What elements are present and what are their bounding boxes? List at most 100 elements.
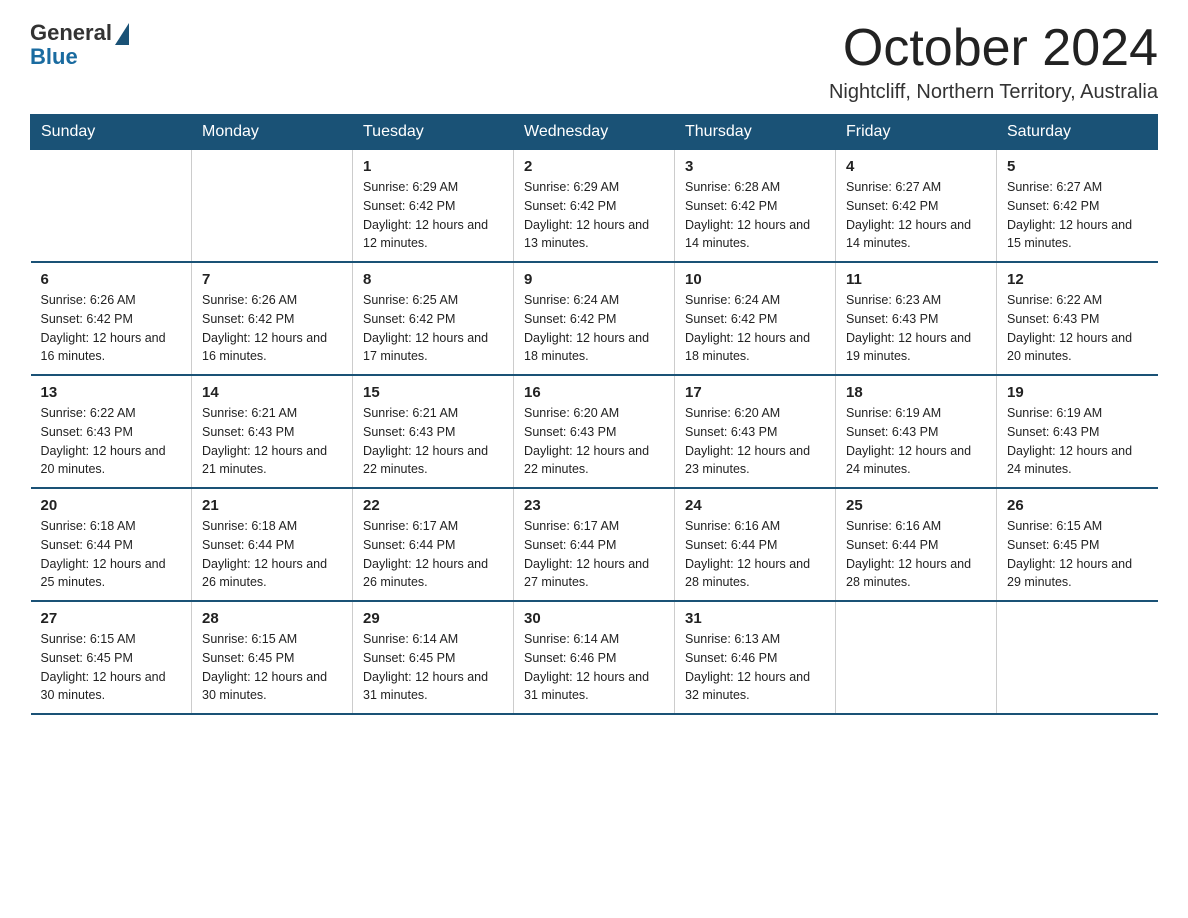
day-number: 16: [524, 384, 664, 401]
calendar-cell: 6 Sunrise: 6:26 AM Sunset: 6:42 PM Daylig…: [31, 262, 192, 375]
day-info: Sunrise: 6:14 AM Sunset: 6:45 PM Dayligh…: [363, 630, 503, 705]
day-info: Sunrise: 6:26 AM Sunset: 6:42 PM Dayligh…: [202, 291, 342, 366]
day-number: 8: [363, 271, 503, 288]
calendar-cell: 31 Sunrise: 6:13 AM Sunset: 6:46 PM Dayli…: [675, 601, 836, 714]
day-info: Sunrise: 6:29 AM Sunset: 6:42 PM Dayligh…: [363, 178, 503, 253]
calendar-header-monday: Monday: [192, 115, 353, 150]
day-number: 27: [41, 610, 182, 627]
day-info: Sunrise: 6:21 AM Sunset: 6:43 PM Dayligh…: [363, 404, 503, 479]
calendar-cell: 2 Sunrise: 6:29 AM Sunset: 6:42 PM Daylig…: [514, 150, 675, 263]
calendar-cell: 3Sunrise: 6:28 AM Sunset: 6:42 PM Daylig…: [675, 150, 836, 263]
day-info: Sunrise: 6:24 AM Sunset: 6:42 PM Dayligh…: [685, 291, 825, 366]
calendar-header-wednesday: Wednesday: [514, 115, 675, 150]
calendar-cell: 1 Sunrise: 6:29 AM Sunset: 6:42 PM Daylig…: [353, 150, 514, 263]
day-info: Sunrise: 6:26 AM Sunset: 6:42 PM Dayligh…: [41, 291, 182, 366]
day-info: Sunrise: 6:29 AM Sunset: 6:42 PM Dayligh…: [524, 178, 664, 253]
day-number: 25: [846, 497, 986, 514]
calendar-cell: 5Sunrise: 6:27 AM Sunset: 6:42 PM Daylig…: [997, 150, 1158, 263]
day-number: 23: [524, 497, 664, 514]
day-number: 31: [685, 610, 825, 627]
calendar-header-row: SundayMondayTuesdayWednesdayThursdayFrid…: [31, 115, 1158, 150]
day-number: 26: [1007, 497, 1148, 514]
page-header: General Blue October 2024 Nightcliff, No…: [30, 20, 1158, 104]
day-number: 29: [363, 610, 503, 627]
calendar-cell: 9 Sunrise: 6:24 AM Sunset: 6:42 PM Daylig…: [514, 262, 675, 375]
day-info: Sunrise: 6:19 AM Sunset: 6:43 PM Dayligh…: [1007, 404, 1148, 479]
logo-general-text: General: [30, 20, 112, 46]
day-number: 7: [202, 271, 342, 288]
day-info: Sunrise: 6:16 AM Sunset: 6:44 PM Dayligh…: [846, 517, 986, 592]
day-info: Sunrise: 6:24 AM Sunset: 6:42 PM Dayligh…: [524, 291, 664, 366]
day-number: 28: [202, 610, 342, 627]
calendar-cell: 20 Sunrise: 6:18 AM Sunset: 6:44 PM Dayli…: [31, 488, 192, 601]
day-number: 9: [524, 271, 664, 288]
day-info: Sunrise: 6:15 AM Sunset: 6:45 PM Dayligh…: [202, 630, 342, 705]
day-number: 19: [1007, 384, 1148, 401]
day-number: 5: [1007, 158, 1148, 175]
day-number: 14: [202, 384, 342, 401]
calendar-week-row: 6 Sunrise: 6:26 AM Sunset: 6:42 PM Daylig…: [31, 262, 1158, 375]
logo: General Blue: [30, 20, 129, 70]
calendar-week-row: 1 Sunrise: 6:29 AM Sunset: 6:42 PM Daylig…: [31, 150, 1158, 263]
day-info: Sunrise: 6:20 AM Sunset: 6:43 PM Dayligh…: [685, 404, 825, 479]
day-number: 18: [846, 384, 986, 401]
day-info: Sunrise: 6:22 AM Sunset: 6:43 PM Dayligh…: [1007, 291, 1148, 366]
day-number: 13: [41, 384, 182, 401]
calendar-header-friday: Friday: [836, 115, 997, 150]
day-info: Sunrise: 6:20 AM Sunset: 6:43 PM Dayligh…: [524, 404, 664, 479]
day-info: Sunrise: 6:22 AM Sunset: 6:43 PM Dayligh…: [41, 404, 182, 479]
calendar-cell: 21 Sunrise: 6:18 AM Sunset: 6:44 PM Dayli…: [192, 488, 353, 601]
day-number: 17: [685, 384, 825, 401]
day-info: Sunrise: 6:18 AM Sunset: 6:44 PM Dayligh…: [202, 517, 342, 592]
day-number: 15: [363, 384, 503, 401]
day-info: Sunrise: 6:18 AM Sunset: 6:44 PM Dayligh…: [41, 517, 182, 592]
calendar-cell: 10Sunrise: 6:24 AM Sunset: 6:42 PM Dayli…: [675, 262, 836, 375]
day-info: Sunrise: 6:15 AM Sunset: 6:45 PM Dayligh…: [41, 630, 182, 705]
day-info: Sunrise: 6:19 AM Sunset: 6:43 PM Dayligh…: [846, 404, 986, 479]
calendar-header-saturday: Saturday: [997, 115, 1158, 150]
logo-blue-text: Blue: [30, 44, 78, 70]
calendar-cell: 27 Sunrise: 6:15 AM Sunset: 6:45 PM Dayli…: [31, 601, 192, 714]
day-number: 24: [685, 497, 825, 514]
day-number: 30: [524, 610, 664, 627]
calendar-header-tuesday: Tuesday: [353, 115, 514, 150]
day-number: 22: [363, 497, 503, 514]
day-number: 21: [202, 497, 342, 514]
calendar-week-row: 20 Sunrise: 6:18 AM Sunset: 6:44 PM Dayli…: [31, 488, 1158, 601]
calendar-cell: [192, 150, 353, 263]
day-info: Sunrise: 6:17 AM Sunset: 6:44 PM Dayligh…: [524, 517, 664, 592]
calendar-cell: [836, 601, 997, 714]
calendar-table: SundayMondayTuesdayWednesdayThursdayFrid…: [30, 114, 1158, 715]
calendar-cell: 23 Sunrise: 6:17 AM Sunset: 6:44 PM Dayli…: [514, 488, 675, 601]
day-number: 6: [41, 271, 182, 288]
title-section: October 2024 Nightcliff, Northern Territ…: [829, 20, 1158, 104]
calendar-cell: 17 Sunrise: 6:20 AM Sunset: 6:43 PM Dayli…: [675, 375, 836, 488]
day-number: 2: [524, 158, 664, 175]
calendar-cell: 24Sunrise: 6:16 AM Sunset: 6:44 PM Dayli…: [675, 488, 836, 601]
calendar-cell: 28 Sunrise: 6:15 AM Sunset: 6:45 PM Dayli…: [192, 601, 353, 714]
calendar-cell: 29 Sunrise: 6:14 AM Sunset: 6:45 PM Dayli…: [353, 601, 514, 714]
calendar-cell: 18 Sunrise: 6:19 AM Sunset: 6:43 PM Dayli…: [836, 375, 997, 488]
calendar-cell: 12 Sunrise: 6:22 AM Sunset: 6:43 PM Dayli…: [997, 262, 1158, 375]
calendar-cell: 8Sunrise: 6:25 AM Sunset: 6:42 PM Daylig…: [353, 262, 514, 375]
day-number: 3: [685, 158, 825, 175]
day-number: 20: [41, 497, 182, 514]
logo-triangle-icon: [115, 23, 129, 45]
day-info: Sunrise: 6:14 AM Sunset: 6:46 PM Dayligh…: [524, 630, 664, 705]
calendar-header-thursday: Thursday: [675, 115, 836, 150]
calendar-cell: 14Sunrise: 6:21 AM Sunset: 6:43 PM Dayli…: [192, 375, 353, 488]
calendar-cell: 25 Sunrise: 6:16 AM Sunset: 6:44 PM Dayli…: [836, 488, 997, 601]
day-info: Sunrise: 6:13 AM Sunset: 6:46 PM Dayligh…: [685, 630, 825, 705]
calendar-week-row: 27 Sunrise: 6:15 AM Sunset: 6:45 PM Dayli…: [31, 601, 1158, 714]
calendar-cell: 4Sunrise: 6:27 AM Sunset: 6:42 PM Daylig…: [836, 150, 997, 263]
day-info: Sunrise: 6:27 AM Sunset: 6:42 PM Dayligh…: [846, 178, 986, 253]
location-text: Nightcliff, Northern Territory, Australi…: [829, 81, 1158, 104]
day-number: 12: [1007, 271, 1148, 288]
calendar-cell: 11Sunrise: 6:23 AM Sunset: 6:43 PM Dayli…: [836, 262, 997, 375]
calendar-cell: [31, 150, 192, 263]
calendar-cell: 7 Sunrise: 6:26 AM Sunset: 6:42 PM Daylig…: [192, 262, 353, 375]
day-info: Sunrise: 6:15 AM Sunset: 6:45 PM Dayligh…: [1007, 517, 1148, 592]
calendar-cell: 15 Sunrise: 6:21 AM Sunset: 6:43 PM Dayli…: [353, 375, 514, 488]
day-number: 1: [363, 158, 503, 175]
calendar-cell: 13 Sunrise: 6:22 AM Sunset: 6:43 PM Dayli…: [31, 375, 192, 488]
